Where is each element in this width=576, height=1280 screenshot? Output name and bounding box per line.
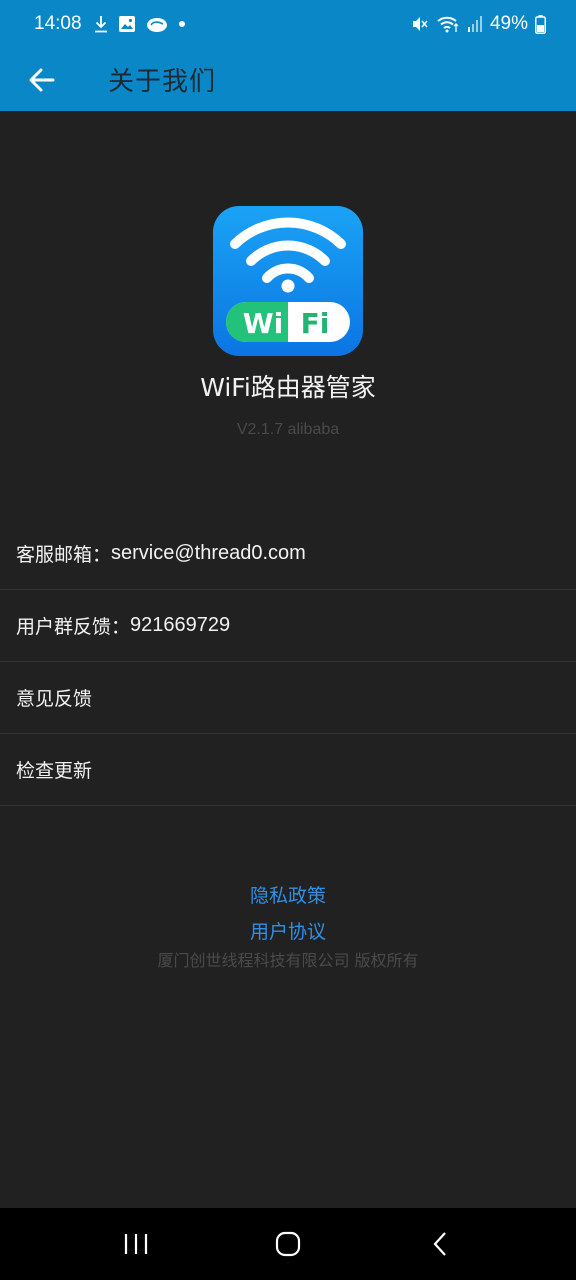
copyright-text: 厦门创世线程科技有限公司 版权所有 [157,951,419,970]
recent-apps-button[interactable] [106,1214,166,1274]
app-name: WiFi路由器管家 [200,373,376,402]
list-item-feedback[interactable]: 意见反馈 [0,662,576,734]
privacy-policy-link[interactable]: 隐私政策 [0,881,576,908]
app-version: V2.1.7 alibaba [236,421,340,438]
back-nav-button[interactable] [410,1214,470,1274]
list-item-check-update[interactable]: 检查更新 [0,734,576,806]
battery-icon [535,14,546,34]
service-email-label: 客服邮箱： [16,544,112,566]
home-icon [275,1231,301,1257]
user-agreement-link[interactable]: 用户协议 [0,917,576,944]
status-time: 14:08 [34,13,82,34]
status-bar: 14:08 49% [0,0,576,48]
wifi-icon [437,16,459,33]
list-item-user-group[interactable]: 用户群反馈： 921669729 [0,590,576,662]
logo-text-fi: Fi [301,307,330,340]
app-bar: 关于我们 [0,48,576,111]
info-list: 客服邮箱： service@thread0.com 用户群反馈： 9216697… [0,518,576,806]
service-email-value: service@thread0.com [111,542,306,564]
back-button[interactable] [0,48,84,111]
logo-text-wi: Wi [243,307,283,340]
list-item-service-email[interactable]: 客服邮箱： service@thread0.com [0,518,576,590]
battery-percent: 49% [489,13,528,34]
dot-icon [178,21,185,27]
user-group-label: 用户群反馈： [16,616,131,638]
image-icon [118,16,135,32]
chevron-left-icon [433,1232,446,1256]
mute-icon [412,17,428,31]
arrow-left-icon [29,68,55,91]
feedback-label: 意见反馈 [16,688,93,710]
check-update-label: 检查更新 [16,760,93,782]
signal-icon [467,16,482,32]
system-nav-bar [0,1208,576,1280]
home-button[interactable] [258,1214,318,1274]
user-group-value: 921669729 [130,614,231,636]
wifi-logo-icon: Wi Fi [226,217,350,342]
recent-apps-icon [124,1234,148,1254]
page-title: 关于我们 [108,67,217,97]
app-logo: Wi Fi [213,206,363,356]
download-icon [94,16,107,33]
cloud-icon [146,18,167,32]
